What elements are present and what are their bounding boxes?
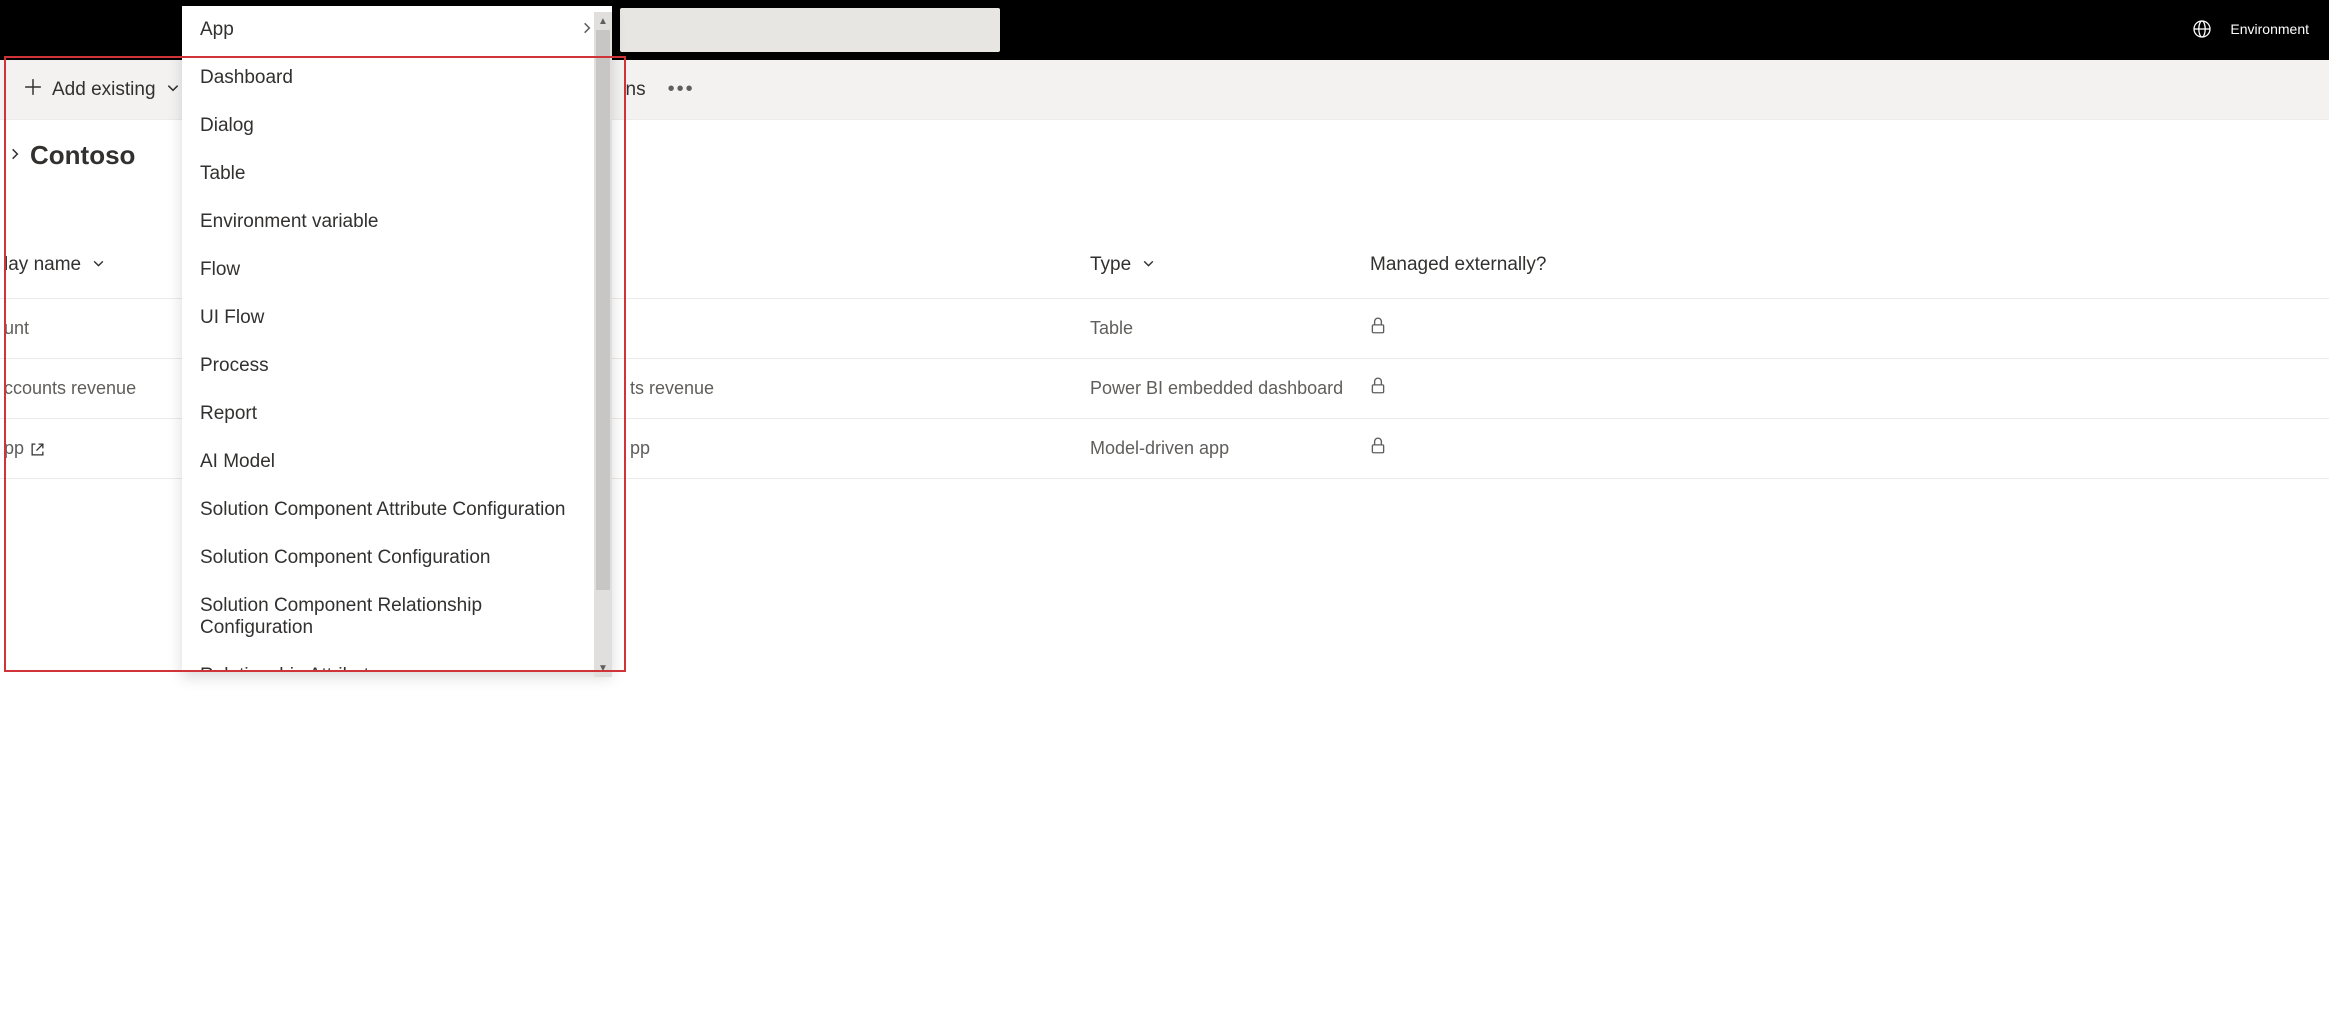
dropdown-item[interactable]: Table: [182, 150, 612, 198]
chevron-down-icon: [86, 254, 105, 275]
open-link-icon[interactable]: [24, 438, 45, 458]
column-header-name[interactable]: [620, 240, 1080, 299]
dropdown-item[interactable]: UI Flow: [182, 294, 612, 342]
cell-managed: [1360, 419, 2329, 479]
lock-icon: [1370, 439, 1386, 459]
chevron-right-icon: [580, 19, 594, 41]
cell-type: Table: [1080, 299, 1360, 359]
dropdown-item-label: Environment variable: [200, 211, 378, 233]
dropdown-item[interactable]: Report: [182, 390, 612, 438]
dropdown-item-label: AI Model: [200, 451, 275, 473]
dropdown-item-label: Flow: [200, 259, 240, 281]
add-existing-dropdown: App Dashboard Dialog Table Environment varia…: [182, 6, 612, 671]
cell-type: Model-driven app: [1080, 419, 1360, 479]
column-header-type[interactable]: Type: [1080, 240, 1360, 299]
lock-icon: [1370, 319, 1386, 339]
dropdown-item[interactable]: Solution Component Relationship Configur…: [182, 582, 612, 652]
page-title: Contoso: [30, 140, 135, 171]
dropdown-item-label: Dialog: [200, 115, 254, 137]
command-trail: ns •••: [626, 78, 695, 101]
dropdown-item-label: Relationship Attribute: [200, 665, 380, 671]
add-existing-label: Add existing: [52, 79, 156, 101]
cell-name: [620, 299, 1080, 359]
dropdown-item-label: Solution Component Relationship Configur…: [200, 595, 594, 639]
chevron-down-icon: [1136, 254, 1155, 275]
cell-name: pp: [620, 419, 1080, 479]
dropdown-item[interactable]: Relationship Attribute: [182, 652, 612, 671]
dropdown-item[interactable]: AI Model: [182, 438, 612, 486]
dropdown-item-label: Dashboard: [200, 67, 293, 89]
cell-name: ts revenue: [620, 359, 1080, 419]
dropdown-item-label: Report: [200, 403, 257, 425]
scroll-down-arrow-icon[interactable]: ▼: [594, 659, 612, 677]
column-header-managed[interactable]: Managed externally?: [1360, 240, 2329, 299]
cell-managed: [1360, 299, 2329, 359]
search-box[interactable]: [620, 8, 1000, 52]
dropdown-item-label: Table: [200, 163, 245, 185]
dropdown-item[interactable]: App: [182, 6, 612, 54]
dropdown-item[interactable]: Environment variable: [182, 198, 612, 246]
scroll-up-arrow-icon[interactable]: ▲: [594, 12, 612, 30]
cell-managed: [1360, 359, 2329, 419]
dropdown-item-label: Solution Component Attribute Configurati…: [200, 499, 565, 521]
add-existing-button[interactable]: Add existing: [8, 68, 196, 112]
dropdown-item[interactable]: Process: [182, 342, 612, 390]
scroll-thumb[interactable]: [596, 30, 610, 590]
dropdown-item[interactable]: Solution Component Attribute Configurati…: [182, 486, 612, 534]
dropdown-item[interactable]: Dashboard: [182, 54, 612, 102]
dropdown-item[interactable]: Dialog: [182, 102, 612, 150]
cell-type: Power BI embedded dashboard: [1080, 359, 1360, 419]
dropdown-item-label: Solution Component Configuration: [200, 547, 490, 569]
collapse-chevron-icon[interactable]: [8, 147, 22, 164]
dropdown-item[interactable]: Solution Component Configuration: [182, 534, 612, 582]
chevron-down-icon: [166, 79, 180, 101]
command-trail-text: ns: [626, 79, 646, 101]
dropdown-item-label: App: [200, 19, 234, 41]
plus-icon: [24, 78, 42, 102]
environment-label[interactable]: Environment: [2230, 22, 2309, 37]
more-commands-button[interactable]: •••: [668, 78, 695, 101]
dropdown-item-label: Process: [200, 355, 269, 377]
title-row: Contoso: [8, 140, 135, 171]
lock-icon: [1370, 379, 1386, 399]
globe-icon[interactable]: [2192, 19, 2212, 42]
dropdown-item-label: UI Flow: [200, 307, 264, 329]
dropdown-scrollbar[interactable]: ▲ ▼: [594, 12, 612, 677]
dropdown-item[interactable]: Flow: [182, 246, 612, 294]
